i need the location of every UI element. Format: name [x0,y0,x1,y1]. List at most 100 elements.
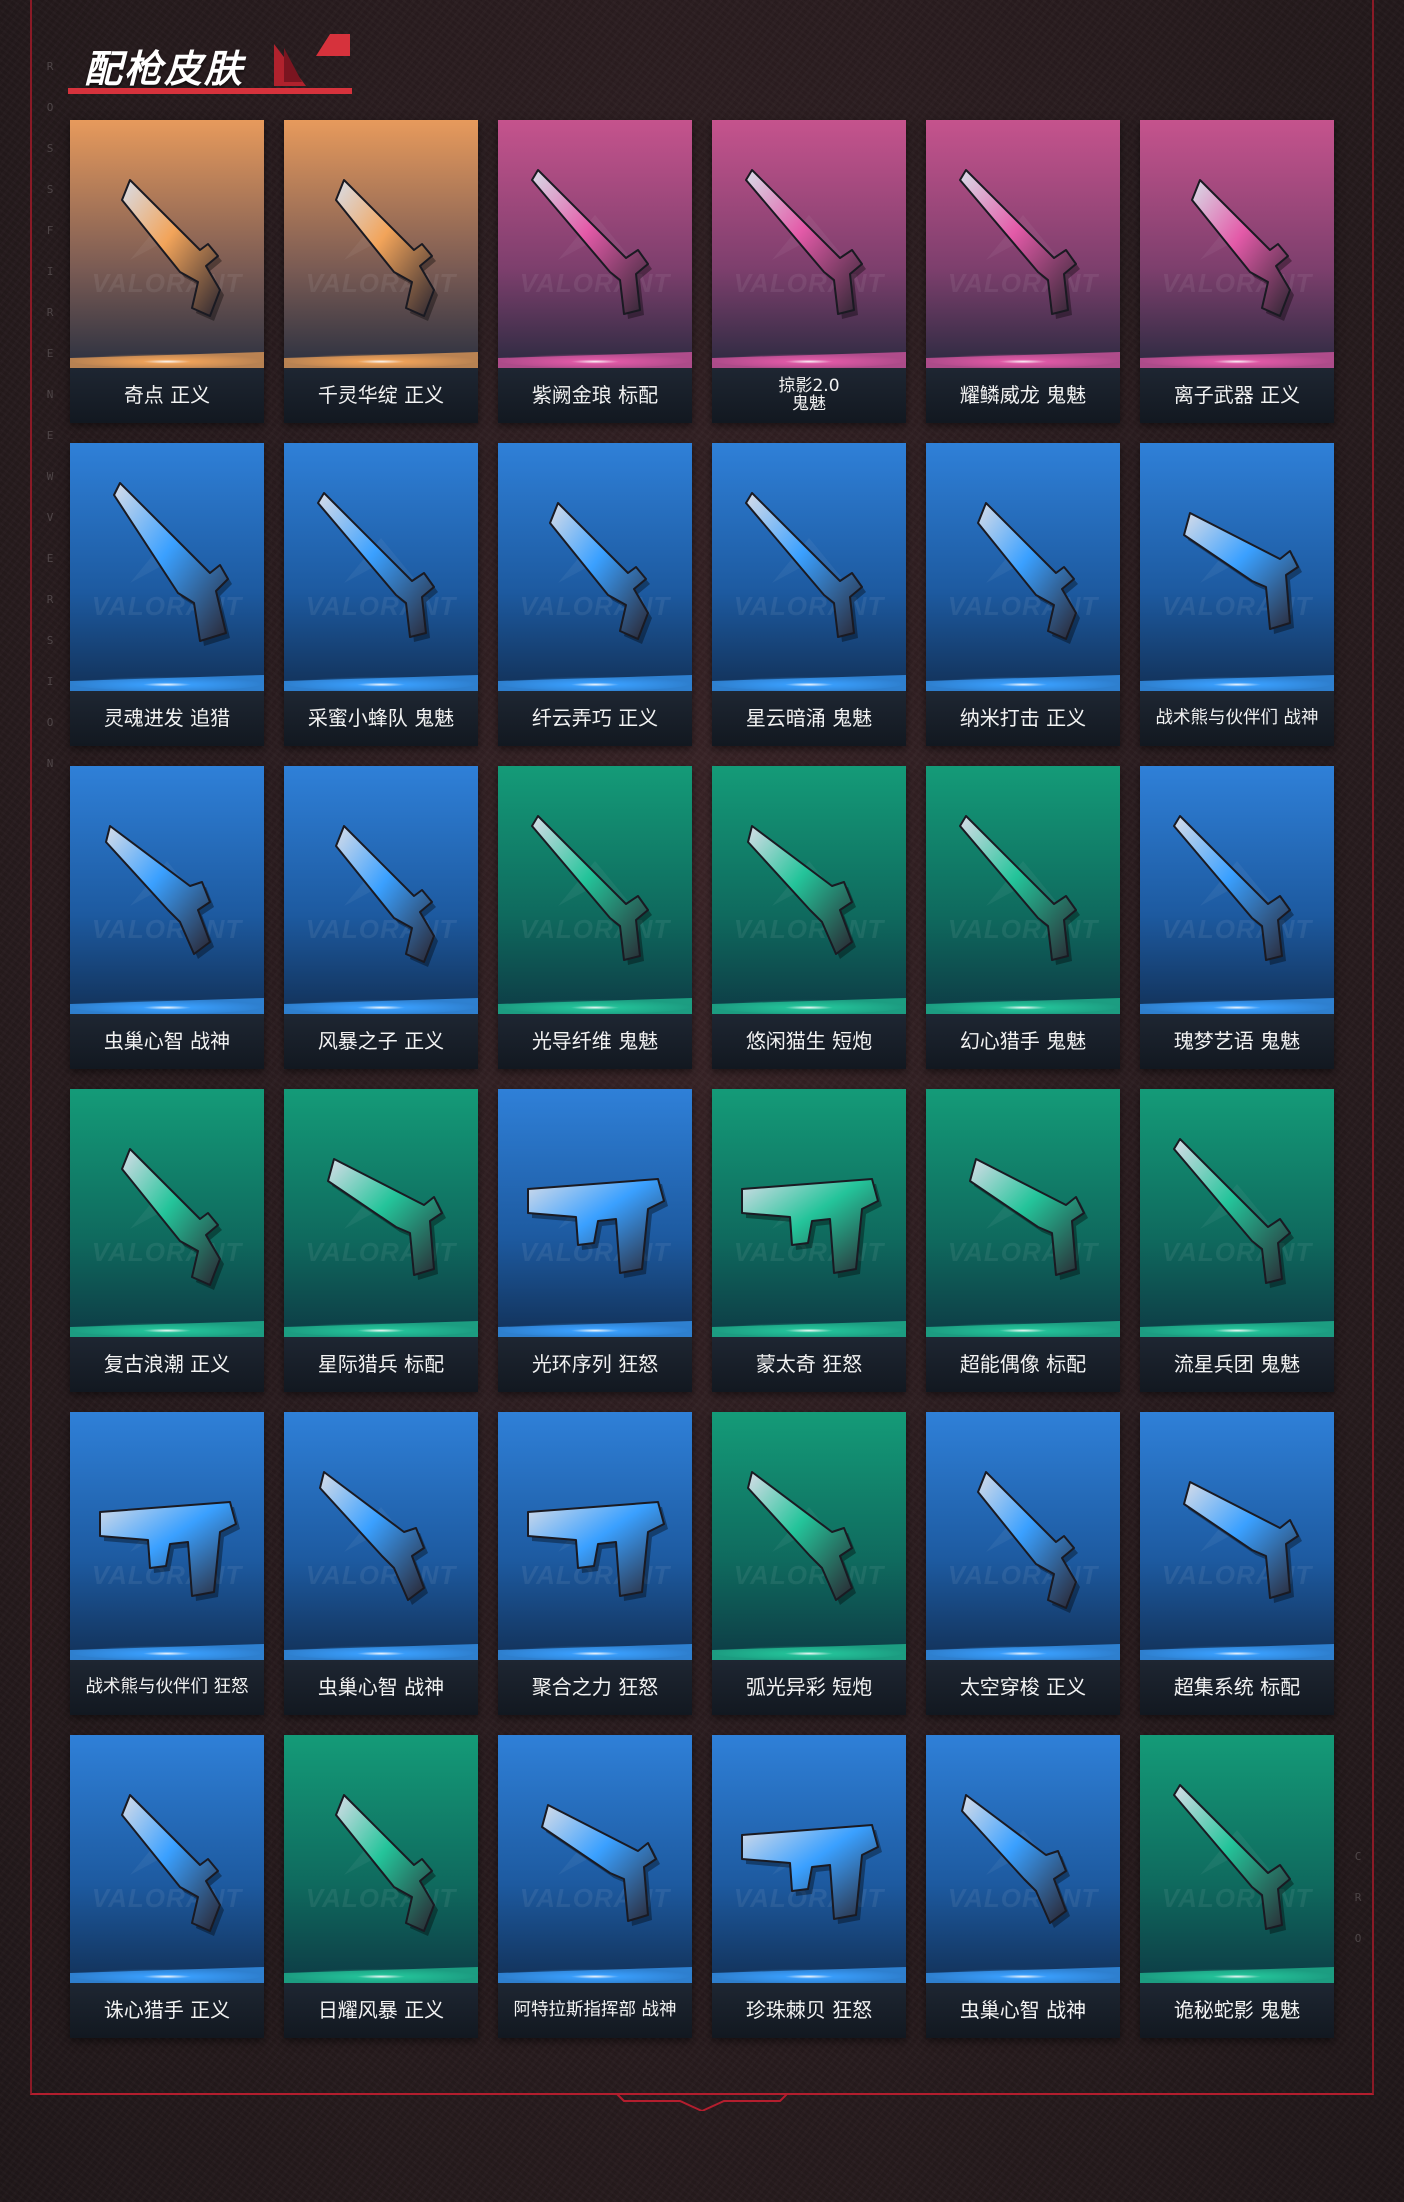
skin-name: 复古浪潮 正义 [103,1352,231,1376]
skin-card[interactable]: VALORANT 弧光异彩 短炮 [712,1412,906,1715]
skin-card[interactable]: VALORANT 千灵华绽 正义 [284,120,478,423]
sheriff-weapon-icon [121,179,224,321]
skin-name: 幻心猎手 鬼魅 [959,1029,1087,1053]
sheriff-weapon-icon [977,502,1080,644]
skin-card[interactable]: VALORANT 蒙太奇 狂怒 [712,1089,906,1392]
skin-card[interactable]: VALORANT 复古浪潮 正义 [70,1089,264,1392]
sheriff-weapon-icon [121,1794,224,1936]
sheriff-weapon-icon [335,825,438,967]
skin-card[interactable]: VALORANT 离子武器 正义 [1140,120,1334,423]
shorty-weapon-icon [105,825,214,959]
skin-name-label: 星云暗涌 鬼魅 [712,691,906,746]
skin-name-label: 星际猎兵 标配 [284,1337,478,1392]
skin-card[interactable]: VALORANT 光导纤维 鬼魅 [498,766,692,1069]
skin-card[interactable]: VALORANT 超能偶像 标配 [926,1089,1120,1392]
side-letter: S [46,634,54,647]
skin-name-label: 奇点 正义 [70,368,264,423]
skin-card[interactable]: VALORANT 星际猎兵 标配 [284,1089,478,1392]
ghost-weapon-icon [531,169,652,319]
frame-bottom-notch [586,2093,818,2111]
skin-card[interactable]: VALORANT 珍珠棘贝 狂怒 [712,1735,906,2038]
skin-card[interactable]: VALORANT 纤云弄巧 正义 [498,443,692,746]
skin-card[interactable]: VALORANT 战术熊与伙伴们 战神 [1140,443,1334,746]
rarity-glow-strip [1140,675,1334,691]
skin-card[interactable]: VALORANT 阿特拉斯指挥部 战神 [498,1735,692,2038]
rarity-glow-strip [284,998,478,1014]
skin-card[interactable]: VALORANT 虫巢心智 战神 [284,1412,478,1715]
ghost-weapon-icon [1173,1784,1294,1934]
skin-card[interactable]: VALORANT 战术熊与伙伴们 狂怒 [70,1412,264,1715]
rarity-glow-strip [926,675,1120,691]
skin-name-label: 复古浪潮 正义 [70,1337,264,1392]
skin-card[interactable]: VALORANT 紫阙金琅 标配 [498,120,692,423]
classic-weapon-icon [327,1158,446,1280]
section-header: 配枪皮肤 [68,28,354,98]
side-letter: W [46,470,54,483]
skin-name: 战术熊与伙伴们 战神 [1155,708,1319,729]
skin-card[interactable]: VALORANT 太空穿梭 正义 [926,1412,1120,1715]
skin-name-label: 日耀风暴 正义 [284,1983,478,2038]
side-letter: R [46,306,54,319]
skin-card[interactable]: VALORANT 掠影2.0 鬼魅 [712,120,906,423]
rarity-glow-strip [70,352,264,368]
rarity-glow-strip [70,675,264,691]
side-letter: O [46,716,54,729]
ghost-weapon-icon [531,815,652,965]
skin-card[interactable]: VALORANT 聚合之力 狂怒 [498,1412,692,1715]
skin-name-label: 诛心猎手 正义 [70,1983,264,2038]
skin-card[interactable]: VALORANT 采蜜小蜂队 鬼魅 [284,443,478,746]
side-letter: R [1354,1891,1362,1904]
skin-card[interactable]: VALORANT 星云暗涌 鬼魅 [712,443,906,746]
skin-name: 聚合之力 狂怒 [531,1675,659,1699]
skin-name-label: 灵魂进发 追猎 [70,691,264,746]
rarity-glow-strip [926,1644,1120,1660]
skin-card[interactable]: VALORANT 纳米打击 正义 [926,443,1120,746]
rarity-glow-strip [712,675,906,691]
shorty-weapon-icon [747,825,856,959]
rarity-glow-strip [1140,1967,1334,1983]
skin-card[interactable]: VALORANT 幻心猎手 鬼魅 [926,766,1120,1069]
skin-card[interactable]: VALORANT 风暴之子 正义 [284,766,478,1069]
shorty-weapon-icon [747,1471,856,1605]
skin-card[interactable]: VALORANT 瑰梦艺语 鬼魅 [1140,766,1334,1069]
skin-card[interactable]: VALORANT 灵魂进发 追猎 [70,443,264,746]
rarity-glow-strip [498,675,692,691]
classic-weapon-icon [969,1158,1088,1280]
skin-card[interactable]: VALORANT 诡秘蛇影 鬼魅 [1140,1735,1334,2038]
skin-name: 珍珠棘贝 狂怒 [745,1998,873,2022]
skin-card[interactable]: VALORANT 奇点 正义 [70,120,264,423]
ghost-weapon-icon [1173,1138,1294,1288]
skin-card[interactable]: VALORANT 虫巢心智 战神 [70,766,264,1069]
skin-name-label: 虫巢心智 战神 [70,1014,264,1069]
skin-name-label: 风暴之子 正义 [284,1014,478,1069]
skin-name: 光环序列 狂怒 [531,1352,659,1376]
skin-card[interactable]: VALORANT 流星兵团 鬼魅 [1140,1089,1334,1392]
skin-name: 离子武器 正义 [1173,383,1301,407]
skin-card[interactable]: VALORANT 日耀风暴 正义 [284,1735,478,2038]
side-vertical-text-left: R O S S F I R E N E W V E R S I O N [42,60,58,770]
skin-name-label: 瑰梦艺语 鬼魅 [1140,1014,1334,1069]
skin-card[interactable]: VALORANT 超集系统 标配 [1140,1412,1334,1715]
skin-card[interactable]: VALORANT 耀鳞威龙 鬼魅 [926,120,1120,423]
skin-name: 流星兵团 鬼魅 [1173,1352,1301,1376]
skin-name: 灵魂进发 追猎 [103,706,231,730]
skin-name-label: 纤云弄巧 正义 [498,691,692,746]
skin-card[interactable]: VALORANT 悠闲猫生 短炮 [712,766,906,1069]
side-letter: V [46,511,54,524]
side-letter: I [46,265,54,278]
rarity-glow-strip [926,998,1120,1014]
skin-name: 日耀风暴 正义 [317,1998,445,2022]
side-vertical-text-right: C R O [1350,1850,1366,1945]
skin-name-label: 千灵华绽 正义 [284,368,478,423]
rarity-glow-strip [70,1644,264,1660]
side-letter: E [46,552,54,565]
rarity-glow-strip [498,998,692,1014]
skin-name-label: 太空穿梭 正义 [926,1660,1120,1715]
side-letter: I [46,675,54,688]
skin-card[interactable]: VALORANT 虫巢心智 战神 [926,1735,1120,2038]
rarity-glow-strip [712,352,906,368]
skin-name: 纳米打击 正义 [959,706,1087,730]
skin-card[interactable]: VALORANT 光环序列 狂怒 [498,1089,692,1392]
skin-name: 虫巢心智 战神 [103,1029,231,1053]
skin-card[interactable]: VALORANT 诛心猎手 正义 [70,1735,264,2038]
